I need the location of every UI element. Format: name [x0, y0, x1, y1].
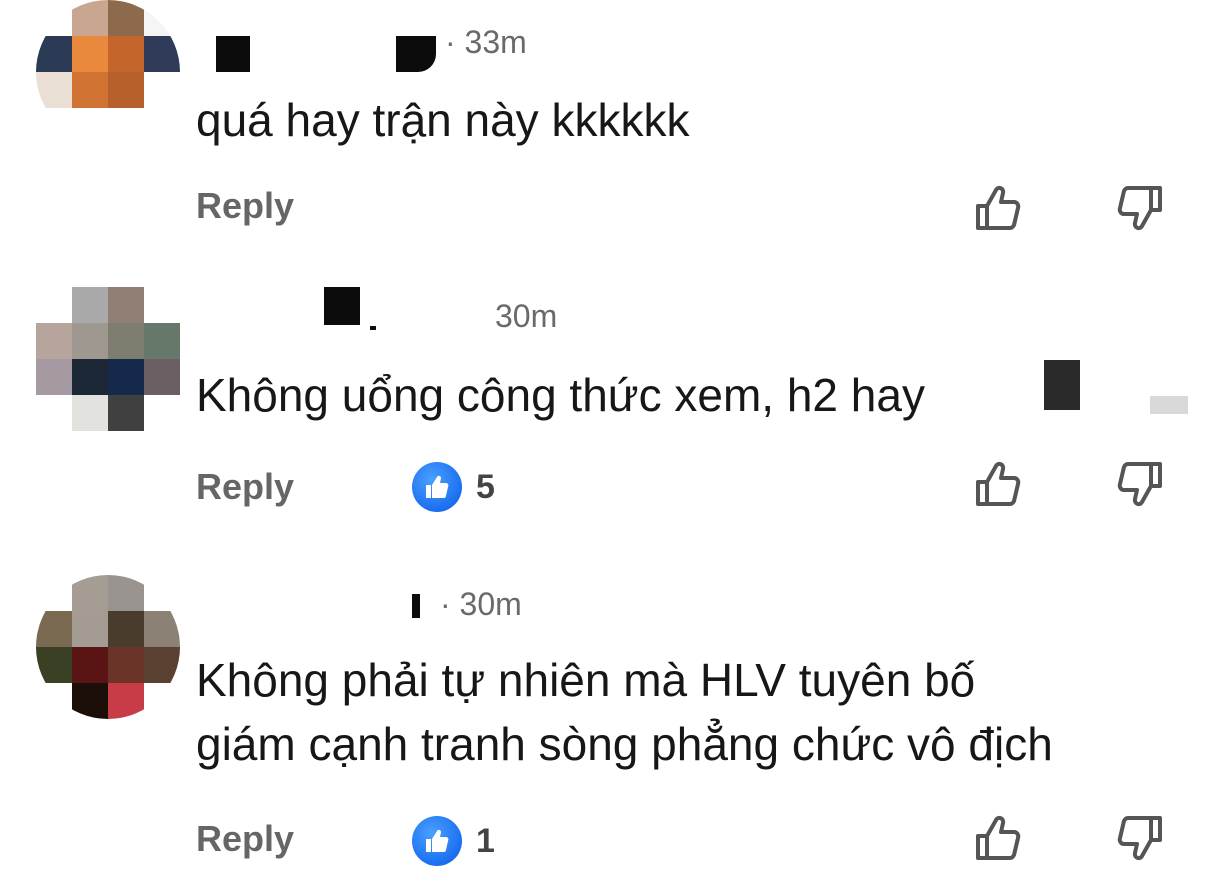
reaction-count: 1 [476, 821, 495, 860]
avatar-pixel [108, 323, 144, 359]
avatar-pixel [144, 0, 180, 36]
avatar-pixel [144, 395, 180, 431]
avatar-pixel [144, 683, 180, 719]
avatar-pixel [108, 647, 144, 683]
reply-button[interactable]: Reply [196, 466, 294, 508]
comment-timestamp: · 33m [445, 24, 527, 60]
thumbs-up-icon[interactable] [970, 180, 1026, 236]
comment-text: Không phải tự nhiên mà HLV tuyên bố giám… [196, 654, 1053, 770]
thumbs-down-icon[interactable] [1112, 180, 1168, 236]
avatar-pixel [144, 575, 180, 611]
avatar-pixel [144, 72, 180, 108]
redacted-username [324, 287, 360, 325]
avatar-pixel [144, 323, 180, 359]
like-reaction-icon [412, 816, 462, 866]
avatar-pixel [72, 0, 108, 36]
thumbs-down-icon[interactable] [1112, 456, 1168, 512]
comment-timestamp: · 30m [440, 586, 522, 622]
avatar-pixel [108, 287, 144, 323]
reaction-count: 5 [476, 467, 495, 506]
comment-text: quá hay trận này kkkkkk [196, 94, 690, 146]
redacted-username [370, 326, 376, 330]
comment-item: 30m Không uổng công thức xem, h2 hay Rep… [0, 270, 1220, 530]
avatar-pixel [72, 323, 108, 359]
reply-button[interactable]: Reply [196, 185, 294, 227]
redacted-username [396, 36, 436, 72]
reply-button[interactable]: Reply [196, 818, 294, 860]
avatar-pixel [36, 359, 72, 395]
comment-text: Không uổng công thức xem, h2 hay [196, 369, 925, 421]
like-reaction-icon [412, 462, 462, 512]
avatar-pixel [72, 359, 108, 395]
avatar-pixel [36, 36, 72, 72]
comment-timestamp: 30m [495, 298, 558, 334]
avatar-pixel [36, 72, 72, 108]
avatar-pixel [36, 108, 72, 144]
reaction-summary[interactable]: 5 [412, 462, 495, 512]
avatar-pixel [72, 683, 108, 719]
reaction-summary[interactable]: 1 [412, 816, 495, 866]
avatar-pixel [36, 287, 72, 323]
avatar[interactable] [36, 287, 180, 431]
thumbs-up-icon[interactable] [970, 456, 1026, 512]
avatar-pixel [36, 647, 72, 683]
avatar-pixel [72, 647, 108, 683]
avatar-pixel [144, 611, 180, 647]
avatar-pixel [108, 359, 144, 395]
avatar-pixel [144, 108, 180, 144]
avatar-pixel [72, 287, 108, 323]
avatar-pixel [72, 108, 108, 144]
redacted-text [1150, 396, 1188, 414]
avatar-pixel [108, 611, 144, 647]
redacted-username [216, 36, 250, 72]
avatar-pixel [144, 287, 180, 323]
avatar-pixel [108, 0, 144, 36]
avatar-pixel [72, 575, 108, 611]
avatar-pixel [108, 36, 144, 72]
avatar-pixel [36, 611, 72, 647]
avatar-pixel [36, 0, 72, 36]
avatar-pixel [144, 647, 180, 683]
avatar-pixel [108, 395, 144, 431]
redacted-text [1044, 360, 1080, 410]
avatar-pixel [36, 323, 72, 359]
avatar-pixel [36, 395, 72, 431]
comment-item: · 30m Không phải tự nhiên mà HLV tuyên b… [0, 560, 1220, 888]
avatar-pixel [108, 683, 144, 719]
avatar-pixel [108, 575, 144, 611]
avatar-pixel [144, 36, 180, 72]
avatar-pixel [36, 575, 72, 611]
avatar-pixel [108, 108, 144, 144]
avatar-pixel [72, 611, 108, 647]
comment-item: · 33m quá hay trận này kkkkkk Reply [0, 0, 1220, 250]
thumbs-down-icon[interactable] [1112, 810, 1168, 866]
avatar[interactable] [36, 0, 180, 144]
avatar-pixel [72, 72, 108, 108]
avatar[interactable] [36, 575, 180, 719]
redacted-username [412, 594, 420, 618]
avatar-pixel [36, 683, 72, 719]
avatar-pixel [72, 36, 108, 72]
thumbs-up-icon[interactable] [970, 810, 1026, 866]
avatar-pixel [108, 72, 144, 108]
avatar-pixel [72, 395, 108, 431]
avatar-pixel [144, 359, 180, 395]
